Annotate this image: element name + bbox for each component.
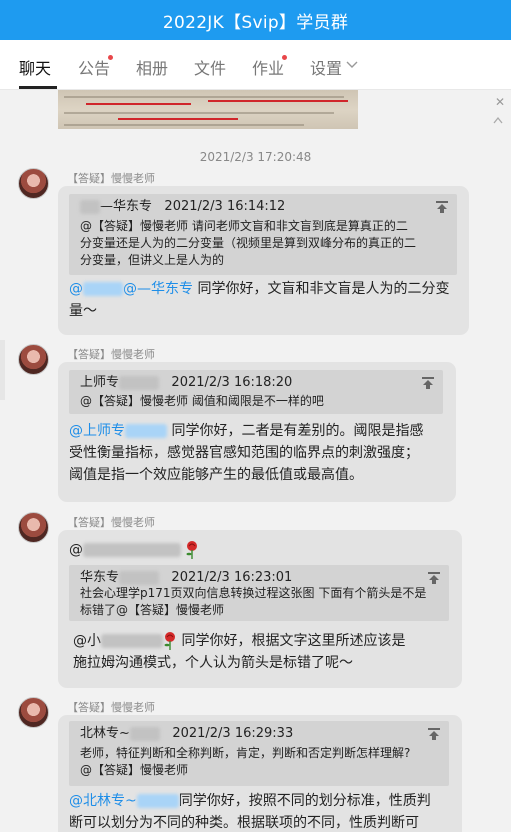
tab-bar: 聊天 公告 相册 文件 作业 设置 — [0, 40, 511, 90]
tab-homework[interactable]: 作业 — [252, 40, 284, 90]
quoted-message[interactable]: —华东专 2021/2/3 16:14:12 @【答疑】慢慢老师 请问老师文盲和… — [69, 194, 457, 275]
chat-timestamp: 2021/2/3 17:20:48 — [199, 150, 312, 164]
pin-icon[interactable] — [421, 376, 435, 390]
quoted-header: —华东专 2021/2/3 16:14:12 — [80, 198, 285, 215]
mention-link[interactable]: @上师专 — [69, 423, 167, 439]
avatar[interactable] — [18, 697, 49, 728]
quoted-text: @【答疑】慢慢老师 阈值和阈限是不一样的吧 — [80, 394, 324, 408]
window-title: 2022JK【Svip】学员群 — [0, 0, 511, 40]
chevron-down-icon[interactable] — [346, 60, 358, 70]
reply-text: @小 同学你好，根据文字这里所述应该是 施拉姆沟通模式，个人认为箭头是标错了呢～ — [73, 632, 406, 671]
top-mention: @ — [69, 539, 199, 561]
quoted-header: 上师专 2021/2/3 16:18:20 — [80, 375, 293, 390]
avatar[interactable] — [18, 344, 49, 375]
close-icon[interactable]: ✕ — [495, 96, 505, 108]
tab-chat[interactable]: 聊天 — [19, 40, 51, 90]
scroll-up-icon[interactable] — [493, 116, 503, 124]
message-bubble[interactable]: @ 华东专 2021/2/3 16:23:01 社会心理学p171页双向信息转换… — [58, 530, 462, 688]
avatar[interactable] — [18, 168, 49, 199]
quoted-message[interactable]: 上师专 2021/2/3 16:18:20 @【答疑】慢慢老师 阈值和阈限是不一… — [69, 370, 443, 414]
pin-icon[interactable] — [427, 571, 441, 585]
mention-link[interactable]: @北林专~ — [69, 793, 179, 809]
rose-emoji-icon — [186, 541, 198, 559]
quoted-header: 华东专 2021/2/3 16:23:01 — [80, 570, 293, 585]
announcement-badge-dot — [108, 55, 113, 60]
quoted-header: 北林专~ 2021/2/3 16:29:33 — [80, 726, 294, 741]
message-bubble[interactable]: —华东专 2021/2/3 16:14:12 @【答疑】慢慢老师 请问老师文盲和… — [58, 186, 469, 335]
reply-text: @北林专~ 同学你好，按照不同的划分标准，性质判 断可以划分为不同的种类。根据联项… — [69, 793, 431, 831]
sender-name: 【答疑】慢慢老师 — [67, 172, 155, 185]
quoted-text: 社会心理学p171页双向信息转换过程这张图 下面有个箭头是不是 标错了@【答疑】… — [80, 586, 427, 617]
previous-image-message[interactable] — [58, 90, 358, 129]
avatar[interactable] — [18, 512, 49, 543]
active-tab-indicator — [19, 86, 57, 89]
mention-link[interactable]: @ @—华东专 — [69, 281, 193, 297]
message-bubble[interactable]: 上师专 2021/2/3 16:18:20 @【答疑】慢慢老师 阈值和阈限是不一… — [58, 362, 456, 502]
tab-album[interactable]: 相册 — [136, 40, 168, 90]
message-bubble[interactable]: 北林专~ 2021/2/3 16:29:33 老师，特征判断和全称判断，肯定，判… — [58, 715, 462, 832]
quoted-text: @【答疑】慢慢老师 请问老师文盲和非文盲到底是算真正的二 分变量还是人为的二分变… — [80, 219, 417, 267]
reply-text: @ @—华东专 同学你好，文盲和非文盲是人为的二分变 量～ — [69, 281, 450, 319]
sender-name: 【答疑】慢慢老师 — [67, 348, 155, 361]
side-scroll-indicator — [0, 340, 5, 400]
reply-text: @上师专 同学你好，二者是有差别的。阈限是指感 受性衡量指标，感觉器官感知范围的… — [69, 423, 424, 483]
rose-emoji-icon — [164, 632, 175, 650]
quoted-text: 老师，特征判断和全称判断，肯定，判断和否定判断怎样理解? @【答疑】慢慢老师 — [80, 746, 411, 777]
tab-settings[interactable]: 设置 — [310, 40, 342, 90]
quoted-message[interactable]: 华东专 2021/2/3 16:23:01 社会心理学p171页双向信息转换过程… — [69, 565, 449, 621]
quoted-message[interactable]: 北林专~ 2021/2/3 16:29:33 老师，特征判断和全称判断，肯定，判… — [69, 721, 449, 786]
sender-name: 【答疑】慢慢老师 — [67, 516, 155, 529]
homework-badge-dot — [282, 55, 287, 60]
tab-files[interactable]: 文件 — [194, 40, 226, 90]
pin-icon[interactable] — [427, 727, 441, 741]
pin-icon[interactable] — [435, 200, 449, 214]
sender-name: 【答疑】慢慢老师 — [67, 701, 155, 714]
tab-announcement[interactable]: 公告 — [78, 40, 110, 90]
